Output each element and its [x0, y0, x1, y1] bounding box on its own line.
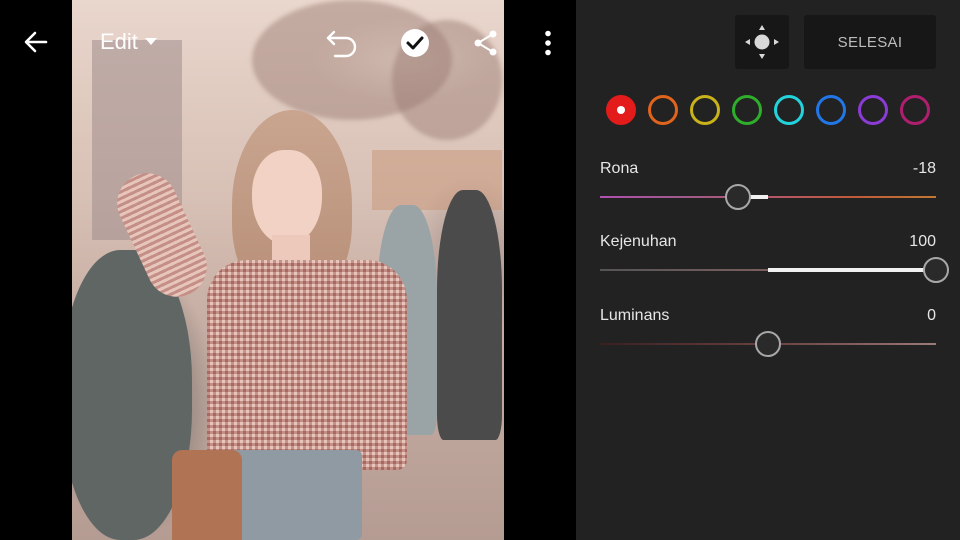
- back-button[interactable]: [14, 22, 58, 62]
- luminance-label: Luminans: [600, 307, 670, 324]
- back-arrow-icon: [24, 31, 48, 53]
- luminance-slider-thumb[interactable]: [755, 331, 781, 357]
- hue-slider-row: Rona -18: [600, 160, 936, 220]
- saturation-label: Kejenuhan: [600, 233, 677, 250]
- subject-shirt: [207, 260, 407, 470]
- more-vertical-icon: [545, 30, 551, 56]
- color-swatch-aqua[interactable]: [774, 95, 804, 125]
- photo-viewer: Edit: [0, 0, 576, 540]
- hue-slider-track[interactable]: [600, 196, 936, 198]
- color-swatch-blue[interactable]: [816, 95, 846, 125]
- subject-bag: [172, 450, 242, 540]
- targeted-adjustment-button[interactable]: [735, 15, 789, 69]
- subject-jeans: [222, 450, 362, 540]
- luminance-slider-row: Luminans 0: [600, 307, 936, 367]
- hue-label: Rona: [600, 160, 639, 177]
- edit-mode-dropdown[interactable]: Edit: [100, 26, 158, 58]
- undo-button[interactable]: [322, 24, 362, 62]
- color-adjust-panel: SELESAI Rona -18 Kejenuhan 100 Luminans …: [576, 0, 960, 540]
- targeted-adjustment-icon: [745, 25, 779, 59]
- color-swatch-magenta[interactable]: [900, 95, 930, 125]
- chevron-down-icon: [144, 38, 157, 45]
- share-icon: [474, 30, 497, 56]
- luminance-value: 0: [927, 307, 936, 324]
- share-button[interactable]: [468, 24, 504, 62]
- edit-mode-label: Edit: [100, 29, 138, 54]
- saturation-value: 100: [909, 233, 936, 250]
- saturation-slider-thumb[interactable]: [923, 257, 949, 283]
- saturation-slider-fill: [768, 268, 936, 272]
- background-person: [437, 190, 502, 440]
- undo-icon: [326, 30, 357, 58]
- selected-indicator: [617, 106, 625, 114]
- color-swatch-purple[interactable]: [858, 95, 888, 125]
- color-swatch-red[interactable]: [606, 95, 636, 125]
- more-options-button[interactable]: [534, 24, 562, 62]
- checkmark-icon: [401, 29, 429, 57]
- subject-face: [252, 150, 322, 245]
- color-swatch-row: [606, 95, 936, 125]
- hue-value: -18: [912, 160, 936, 177]
- saturation-slider-row: Kejenuhan 100: [600, 233, 949, 293]
- color-swatch-green[interactable]: [732, 95, 762, 125]
- finish-button[interactable]: SELESAI: [804, 15, 936, 69]
- hue-slider-thumb[interactable]: [724, 184, 751, 210]
- apply-button[interactable]: [396, 24, 434, 62]
- color-swatch-orange[interactable]: [648, 95, 678, 125]
- color-swatch-yellow[interactable]: [690, 95, 720, 125]
- photo-image: [72, 0, 504, 540]
